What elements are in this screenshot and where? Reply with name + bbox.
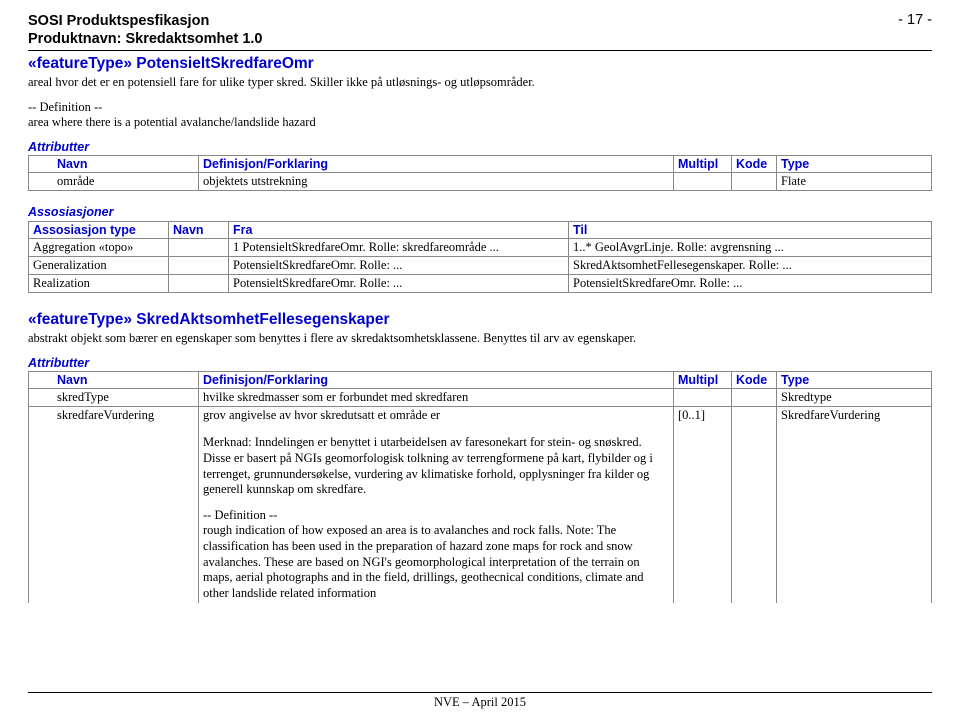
cell-navn: skredType: [29, 389, 199, 407]
page-number: - 17 -: [898, 12, 932, 28]
attr1-h-mult: Multipl: [674, 156, 732, 173]
cell-navn: [169, 257, 229, 275]
doc-title-block: SOSI Produktspesfikasjon Produktnavn: Sk…: [28, 12, 263, 48]
cell-kode: [732, 407, 777, 425]
attr2-h-def: Definisjon/Forklaring: [199, 372, 674, 389]
cell-mult: [0..1]: [674, 407, 732, 425]
cell-def: objektets utstrekning: [199, 173, 674, 191]
attr1-table: Navn Definisjon/Forklaring Multipl Kode …: [28, 155, 932, 191]
feature1-title: «featureType» PotensieltSkredfareOmr: [28, 55, 932, 73]
header-rule: [28, 50, 932, 51]
doc-title-line1: SOSI Produktspesfikasjon: [28, 12, 263, 30]
cell-def: grov angivelse av hvor skredutsatt et om…: [199, 407, 674, 425]
cell-type: Aggregation «topo»: [29, 239, 169, 257]
table-row: Generalization PotensieltSkredfareOmr. R…: [29, 257, 932, 275]
cell-type: Skredtype: [777, 389, 932, 407]
cell-type: Generalization: [29, 257, 169, 275]
attr1-h-kode: Kode: [732, 156, 777, 173]
table-row: Merknad: Inndelingen er benyttet i utarb…: [29, 424, 932, 602]
cell-navn: [169, 239, 229, 257]
attr1-h-type: Type: [777, 156, 932, 173]
assoc-header-row: Assosiasjon type Navn Fra Til: [29, 222, 932, 239]
feature2-desc: abstrakt objekt som bærer en egenskaper …: [28, 331, 932, 346]
table-row: område objektets utstrekning Flate: [29, 173, 932, 191]
attr1-header-row: Navn Definisjon/Forklaring Multipl Kode …: [29, 156, 932, 173]
cell-mult: [674, 389, 732, 407]
cell-mult: [674, 173, 732, 191]
attr1-h-navn: Navn: [29, 156, 199, 173]
attr2-note1: Merknad: Inndelingen er benyttet i utarb…: [203, 435, 669, 498]
cell-fra: PotensieltSkredfareOmr. Rolle: ...: [229, 257, 569, 275]
cell-fra: 1 PotensieltSkredfareOmr. Rolle: skredfa…: [229, 239, 569, 257]
feature1-desc: areal hvor det er en potensiell fare for…: [28, 75, 932, 90]
attr2-h-type: Type: [777, 372, 932, 389]
cell-type: Realization: [29, 275, 169, 293]
cell-til: PotensieltSkredfareOmr. Rolle: ...: [569, 275, 932, 293]
footer-text: NVE – April 2015: [434, 695, 526, 709]
attr2-h-navn: Navn: [29, 372, 199, 389]
doc-title-line2: Produktnavn: Skredaktsomhet 1.0: [28, 30, 263, 48]
feature2-title: «featureType» SkredAktsomhetFellesegensk…: [28, 311, 932, 329]
attr2-h-mult: Multipl: [674, 372, 732, 389]
cell-til: SkredAktsomhetFellesegenskaper. Rolle: .…: [569, 257, 932, 275]
assoc-h-type: Assosiasjon type: [29, 222, 169, 239]
assoc-h-til: Til: [569, 222, 932, 239]
table-row: skredfareVurdering grov angivelse av hvo…: [29, 407, 932, 425]
assoc-h-fra: Fra: [229, 222, 569, 239]
assoc-table: Assosiasjon type Navn Fra Til Aggregatio…: [28, 221, 932, 293]
attr2-section-label: Attributter: [28, 356, 932, 370]
table-row: skredType hvilke skredmasser som er forb…: [29, 389, 932, 407]
attr2-h-kode: Kode: [732, 372, 777, 389]
footer-rule: [28, 692, 932, 693]
page-footer: NVE – April 2015: [0, 692, 960, 710]
page-header: SOSI Produktspesfikasjon Produktnavn: Sk…: [28, 12, 932, 48]
cell-navn: skredfareVurdering: [29, 407, 199, 425]
cell-navn: [169, 275, 229, 293]
table-row: Aggregation «topo» 1 PotensieltSkredfare…: [29, 239, 932, 257]
cell-type: SkredfareVurdering: [777, 407, 932, 425]
attr2-header-row: Navn Definisjon/Forklaring Multipl Kode …: [29, 372, 932, 389]
feature1-definition: -- Definition -- area where there is a p…: [28, 100, 932, 130]
cell-type: Flate: [777, 173, 932, 191]
cell-navn: område: [29, 173, 199, 191]
assoc-h-navn: Navn: [169, 222, 229, 239]
assoc-section-label: Assosiasjoner: [28, 205, 932, 219]
attr1-section-label: Attributter: [28, 140, 932, 154]
attr2-note2: -- Definition -- rough indication of how…: [203, 508, 669, 602]
cell-til: 1..* GeolAvgrLinje. Rolle: avgrensning .…: [569, 239, 932, 257]
attr1-h-def: Definisjon/Forklaring: [199, 156, 674, 173]
cell-fra: PotensieltSkredfareOmr. Rolle: ...: [229, 275, 569, 293]
cell-def: hvilke skredmasser som er forbundet med …: [199, 389, 674, 407]
cell-kode: [732, 173, 777, 191]
table-row: Realization PotensieltSkredfareOmr. Roll…: [29, 275, 932, 293]
attr2-table: Navn Definisjon/Forklaring Multipl Kode …: [28, 371, 932, 602]
cell-kode: [732, 389, 777, 407]
